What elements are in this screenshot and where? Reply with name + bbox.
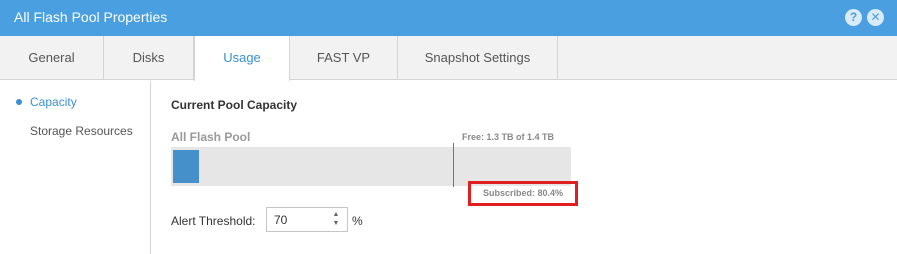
tab-general[interactable]: General bbox=[0, 36, 104, 80]
subscribed-marker bbox=[453, 143, 454, 187]
tab-bar: General Disks Usage FAST VP Snapshot Set… bbox=[0, 36, 897, 81]
alert-threshold-label: Alert Threshold: bbox=[171, 214, 256, 228]
used-capacity-fill bbox=[173, 150, 199, 183]
sidebar-item-capacity[interactable]: Capacity bbox=[30, 95, 77, 109]
main-panel: Current Pool Capacity All Flash Pool Fre… bbox=[152, 81, 897, 254]
subscribed-badge: Subscribed: 80.4% bbox=[468, 181, 578, 206]
free-capacity-text: Free: 1.3 TB of 1.4 TB bbox=[462, 132, 555, 142]
section-title: Current Pool Capacity bbox=[171, 98, 298, 112]
sidebar: Capacity Storage Resources bbox=[0, 81, 151, 254]
close-icon[interactable]: ✕ bbox=[867, 9, 884, 26]
sidebar-item-storage-resources[interactable]: Storage Resources bbox=[30, 124, 133, 138]
tab-snapshot-settings[interactable]: Snapshot Settings bbox=[398, 36, 558, 80]
tab-fast-vp[interactable]: FAST VP bbox=[290, 36, 398, 80]
alert-threshold-stepper[interactable]: ▲ ▼ bbox=[266, 207, 348, 232]
active-bullet-icon bbox=[16, 99, 22, 105]
decrement-icon[interactable]: ▼ bbox=[330, 219, 342, 229]
alert-threshold-input[interactable] bbox=[267, 208, 327, 231]
help-icon[interactable]: ? bbox=[845, 9, 862, 26]
tab-usage[interactable]: Usage bbox=[194, 36, 290, 81]
pool-name: All Flash Pool bbox=[171, 130, 251, 144]
window-title: All Flash Pool Properties bbox=[14, 9, 168, 25]
percent-unit: % bbox=[352, 214, 363, 228]
tab-disks[interactable]: Disks bbox=[104, 36, 194, 80]
title-bar: All Flash Pool Properties ? ✕ bbox=[0, 0, 897, 36]
